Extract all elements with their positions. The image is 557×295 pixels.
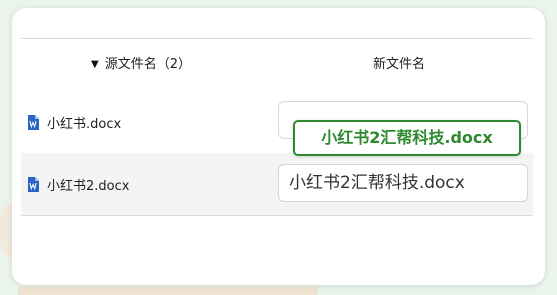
table-header: ▼ 源文件名（2） 新文件名 [21, 38, 533, 92]
word-doc-icon [28, 176, 39, 192]
source-file-cell: 小红书.docx [27, 91, 121, 153]
background-decoration-bottom [18, 287, 318, 295]
source-file-name: 小红书.docx [47, 116, 122, 132]
source-column-header[interactable]: ▼ 源文件名（2） [91, 39, 191, 91]
table-row[interactable]: 小红书2.docx 小红书2汇帮科技.docx [21, 153, 533, 216]
source-file-cell: 小红书2.docx [27, 153, 129, 215]
source-column-label: 源文件名（2） [104, 57, 191, 72]
source-file-name: 小红书2.docx [47, 178, 130, 194]
rename-dialog: ▼ 源文件名（2） 新文件名 小红书.docx 小红书2.docx 小红书2汇帮… [12, 8, 545, 285]
sort-down-icon[interactable]: ▼ [91, 39, 99, 91]
filename-tooltip: 小红书2汇帮科技.docx [293, 120, 521, 156]
new-name-column-header: 新文件名 [373, 57, 426, 72]
word-doc-icon [28, 114, 39, 130]
new-name-input[interactable]: 小红书2汇帮科技.docx [278, 164, 528, 202]
